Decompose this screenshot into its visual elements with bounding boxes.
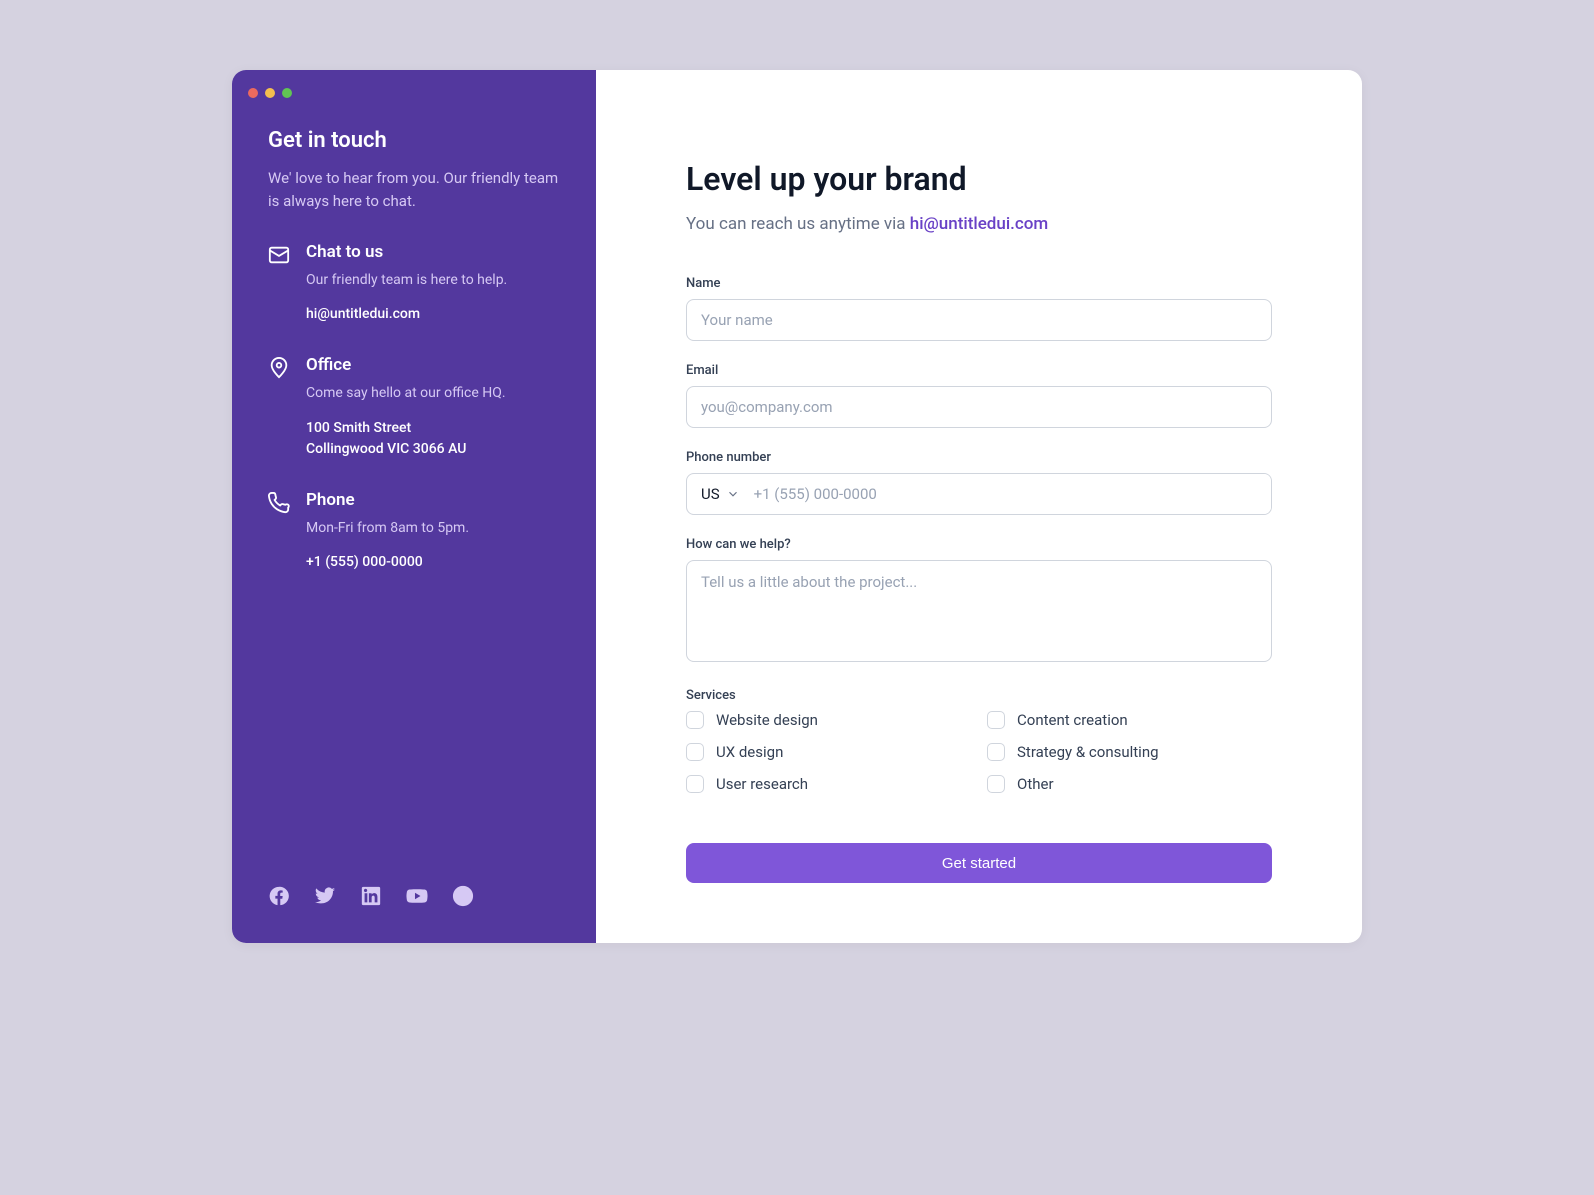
contact-phone-subtext: Mon-Fri from 8am to 5pm.	[306, 518, 469, 538]
service-option-other[interactable]: Other	[987, 775, 1272, 793]
dribbble-icon[interactable]	[452, 885, 474, 907]
service-option-strategy-consulting[interactable]: Strategy & consulting	[987, 743, 1272, 761]
chevron-down-icon	[726, 487, 740, 501]
app-window: Get in touch We' love to hear from you. …	[232, 70, 1362, 943]
youtube-icon[interactable]	[406, 885, 428, 907]
service-label: UX design	[716, 743, 783, 761]
name-label: Name	[686, 276, 1272, 291]
maximize-window-dot[interactable]	[282, 88, 292, 98]
address-line2: Collingwood VIC 3066 AU	[306, 441, 466, 457]
mail-icon	[268, 242, 290, 325]
close-window-dot[interactable]	[248, 88, 258, 98]
checkbox-icon	[686, 711, 704, 729]
services-label: Services	[686, 688, 1272, 703]
name-input[interactable]	[686, 299, 1272, 341]
social-links	[232, 885, 596, 943]
contact-phone: Phone Mon-Fri from 8am to 5pm. +1 (555) …	[268, 490, 560, 573]
field-email: Email	[686, 363, 1272, 428]
phone-icon	[268, 490, 290, 573]
service-option-website-design[interactable]: Website design	[686, 711, 971, 729]
address-line1: 100 Smith Street	[306, 420, 411, 436]
contact-chat: Chat to us Our friendly team is here to …	[268, 242, 560, 325]
checkbox-icon	[987, 743, 1005, 761]
contact-phone-number[interactable]: +1 (555) 000-0000	[306, 552, 469, 573]
lead-email-link[interactable]: hi@untitledui.com	[910, 214, 1048, 234]
contact-phone-title: Phone	[306, 490, 469, 510]
service-label: User research	[716, 775, 808, 793]
main-content: Level up your brand You can reach us any…	[596, 70, 1362, 943]
checkbox-icon	[686, 775, 704, 793]
window-controls	[232, 88, 596, 98]
service-option-content-creation[interactable]: Content creation	[987, 711, 1272, 729]
twitter-icon[interactable]	[314, 885, 336, 907]
page-heading: Level up your brand	[686, 160, 1272, 198]
service-label: Strategy & consulting	[1017, 743, 1159, 761]
checkbox-icon	[987, 711, 1005, 729]
services-grid: Website design Content creation UX desig…	[686, 711, 1272, 793]
service-label: Other	[1017, 775, 1054, 793]
service-option-ux-design[interactable]: UX design	[686, 743, 971, 761]
phone-input[interactable]	[748, 474, 1271, 514]
lead-text: You can reach us anytime via	[686, 214, 910, 234]
field-phone: Phone number US	[686, 450, 1272, 515]
contact-office-subtext: Come say hello at our office HQ.	[306, 383, 506, 403]
service-label: Content creation	[1017, 711, 1128, 729]
sidebar: Get in touch We' love to hear from you. …	[232, 70, 596, 943]
linkedin-icon[interactable]	[360, 885, 382, 907]
contact-chat-email[interactable]: hi@untitledui.com	[306, 304, 507, 325]
field-help: How can we help?	[686, 537, 1272, 666]
service-option-user-research[interactable]: User research	[686, 775, 971, 793]
facebook-icon[interactable]	[268, 885, 290, 907]
checkbox-icon	[987, 775, 1005, 793]
submit-button[interactable]: Get started	[686, 843, 1272, 883]
field-services: Services Website design Content creation…	[686, 688, 1272, 793]
service-label: Website design	[716, 711, 818, 729]
field-name: Name	[686, 276, 1272, 341]
help-textarea[interactable]	[686, 560, 1272, 662]
contact-office-title: Office	[306, 355, 506, 375]
page-lead: You can reach us anytime via hi@untitled…	[686, 214, 1272, 234]
contact-office-address: 100 Smith Street Collingwood VIC 3066 AU	[306, 418, 506, 460]
phone-label: Phone number	[686, 450, 1272, 465]
email-input[interactable]	[686, 386, 1272, 428]
phone-country-code: US	[701, 485, 720, 503]
email-label: Email	[686, 363, 1272, 378]
sidebar-content: Get in touch We' love to hear from you. …	[232, 128, 596, 885]
minimize-window-dot[interactable]	[265, 88, 275, 98]
map-pin-icon	[268, 355, 290, 459]
help-label: How can we help?	[686, 537, 1272, 552]
contact-chat-title: Chat to us	[306, 242, 507, 262]
phone-country-select[interactable]: US	[687, 485, 748, 503]
contact-chat-subtext: Our friendly team is here to help.	[306, 270, 507, 290]
sidebar-intro: We' love to hear from you. Our friendly …	[268, 167, 560, 212]
phone-input-wrap: US	[686, 473, 1272, 515]
contact-office: Office Come say hello at our office HQ. …	[268, 355, 560, 459]
sidebar-title: Get in touch	[268, 128, 560, 153]
checkbox-icon	[686, 743, 704, 761]
